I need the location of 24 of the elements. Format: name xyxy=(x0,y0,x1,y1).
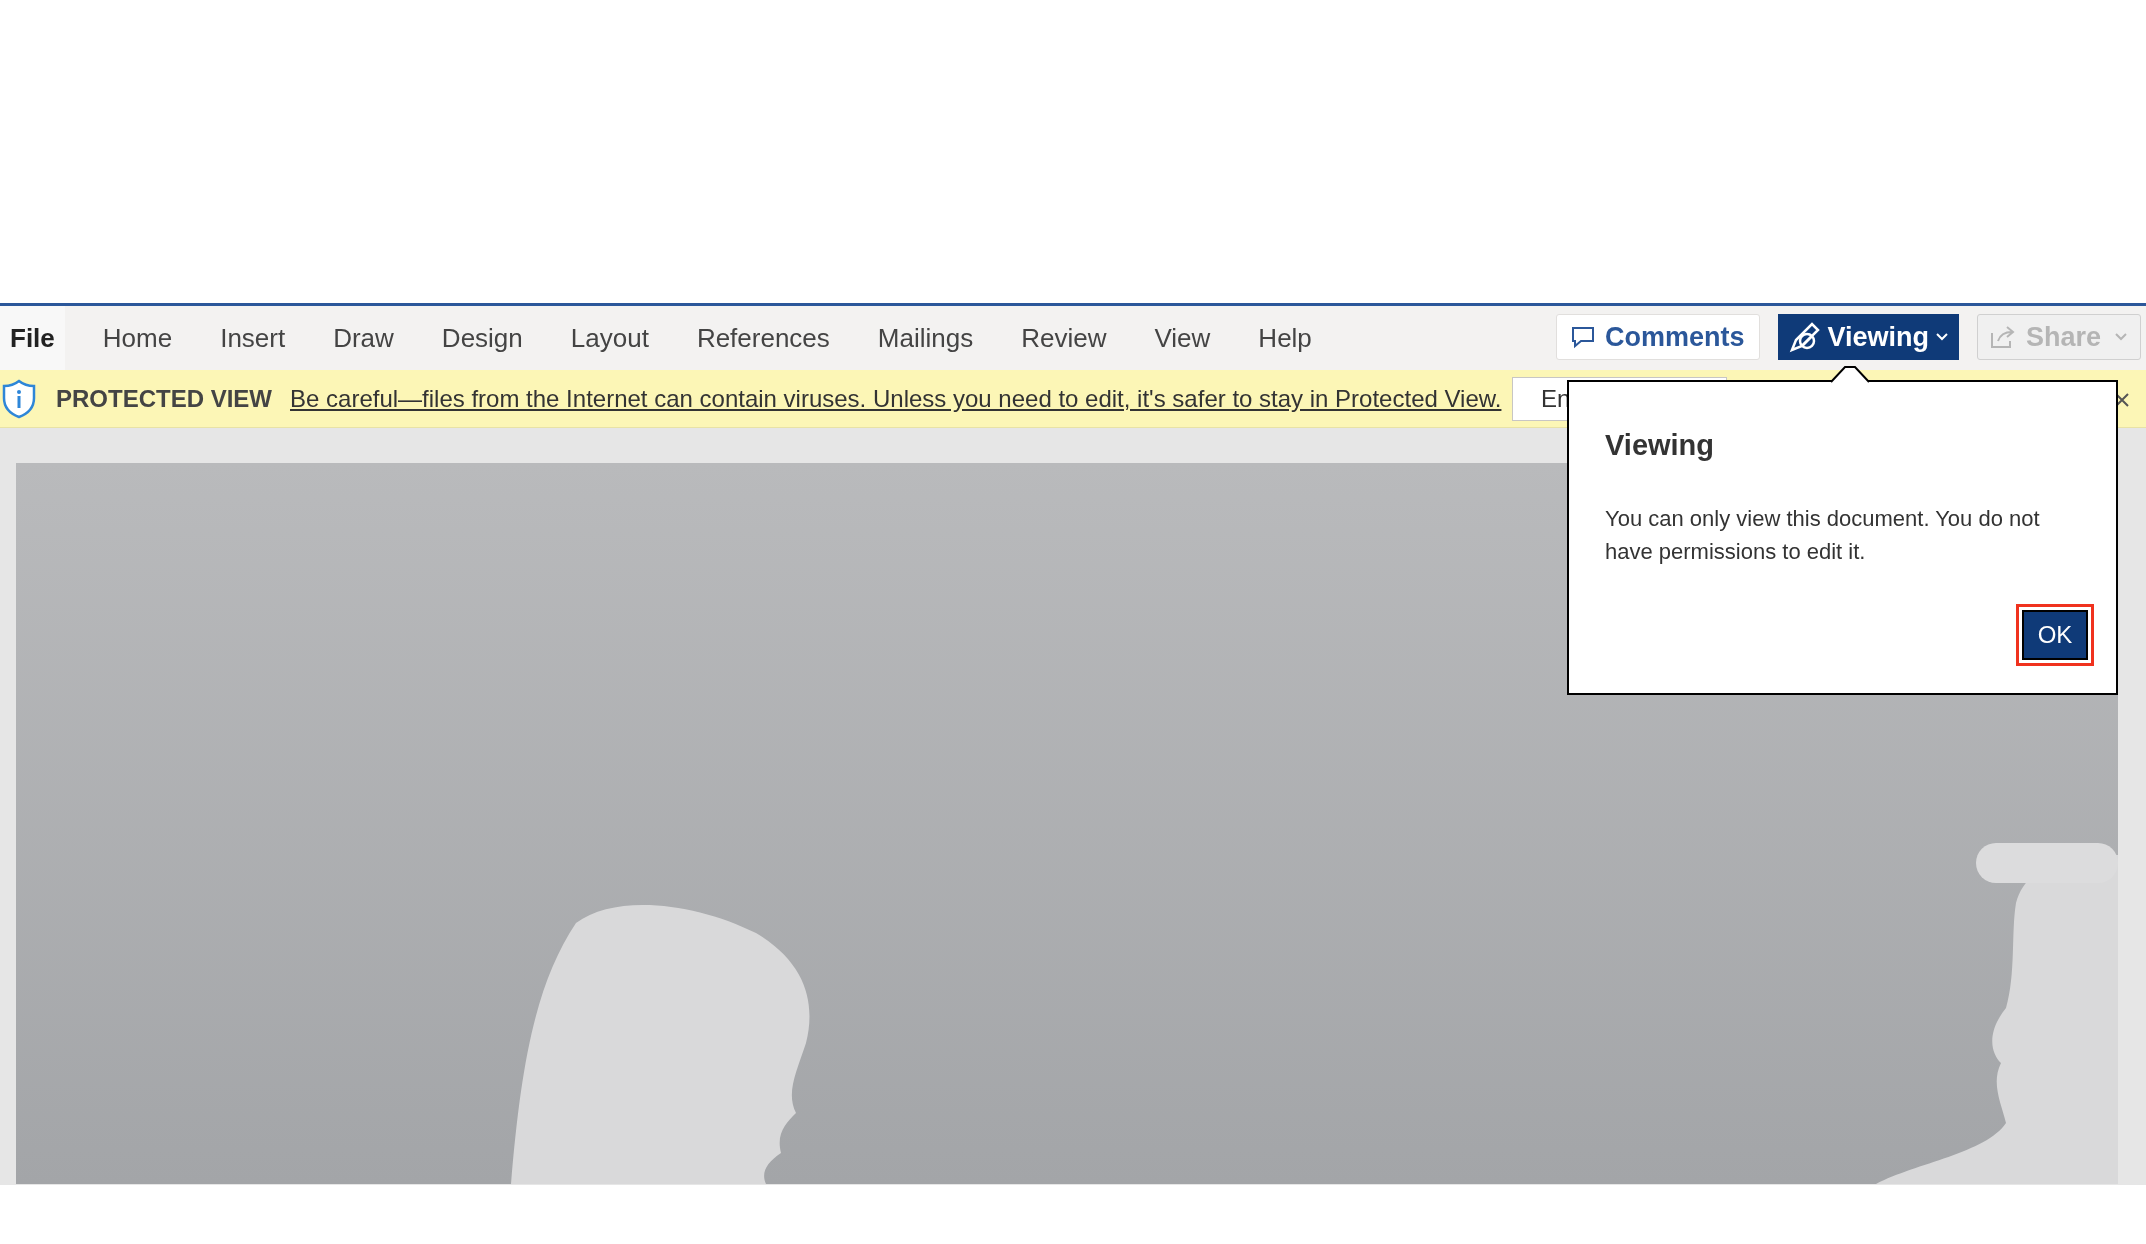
ribbon-tab[interactable]: Mailings xyxy=(867,306,984,370)
ribbon-tab[interactable]: Design xyxy=(431,306,533,370)
pen-icon xyxy=(1787,320,1822,354)
ribbon-tab[interactable]: Review xyxy=(1011,306,1117,370)
ribbon-tab[interactable]: Home xyxy=(92,306,183,370)
ribbon-tab[interactable]: Help xyxy=(1248,306,1322,370)
info-shield-icon xyxy=(2,378,36,419)
ribbon-tab[interactable]: View xyxy=(1144,306,1221,370)
share-icon xyxy=(1990,325,2017,349)
ribbon-tab[interactable]: File xyxy=(0,306,65,370)
popup-title: Viewing xyxy=(1605,428,1716,463)
ok-button[interactable]: OK xyxy=(2022,609,2088,660)
ribbon-tab[interactable]: Layout xyxy=(560,306,659,370)
ribbon-tab[interactable]: Draw xyxy=(323,306,404,370)
comments-button[interactable]: Comments xyxy=(1556,314,1760,360)
viewing-button[interactable]: Viewing xyxy=(1777,314,1960,360)
chevron-icon xyxy=(2114,332,2129,342)
protected-view-label: PROTECTED VIEW xyxy=(56,383,272,414)
protected-view-message-link[interactable]: Be careful—files from the Internet can contain viruses. Unless you need to edit, it's safer to stay in Protected View. xyxy=(290,380,1502,417)
ribbon-tab[interactable]: References xyxy=(686,306,840,370)
ribbon-tab[interactable]: Insert xyxy=(210,306,296,370)
chevron-icon xyxy=(1935,332,1950,342)
comment-icon xyxy=(1571,325,1595,349)
popup-message: You can only view this document. You do not have permissions to edit it. xyxy=(1605,504,2041,566)
